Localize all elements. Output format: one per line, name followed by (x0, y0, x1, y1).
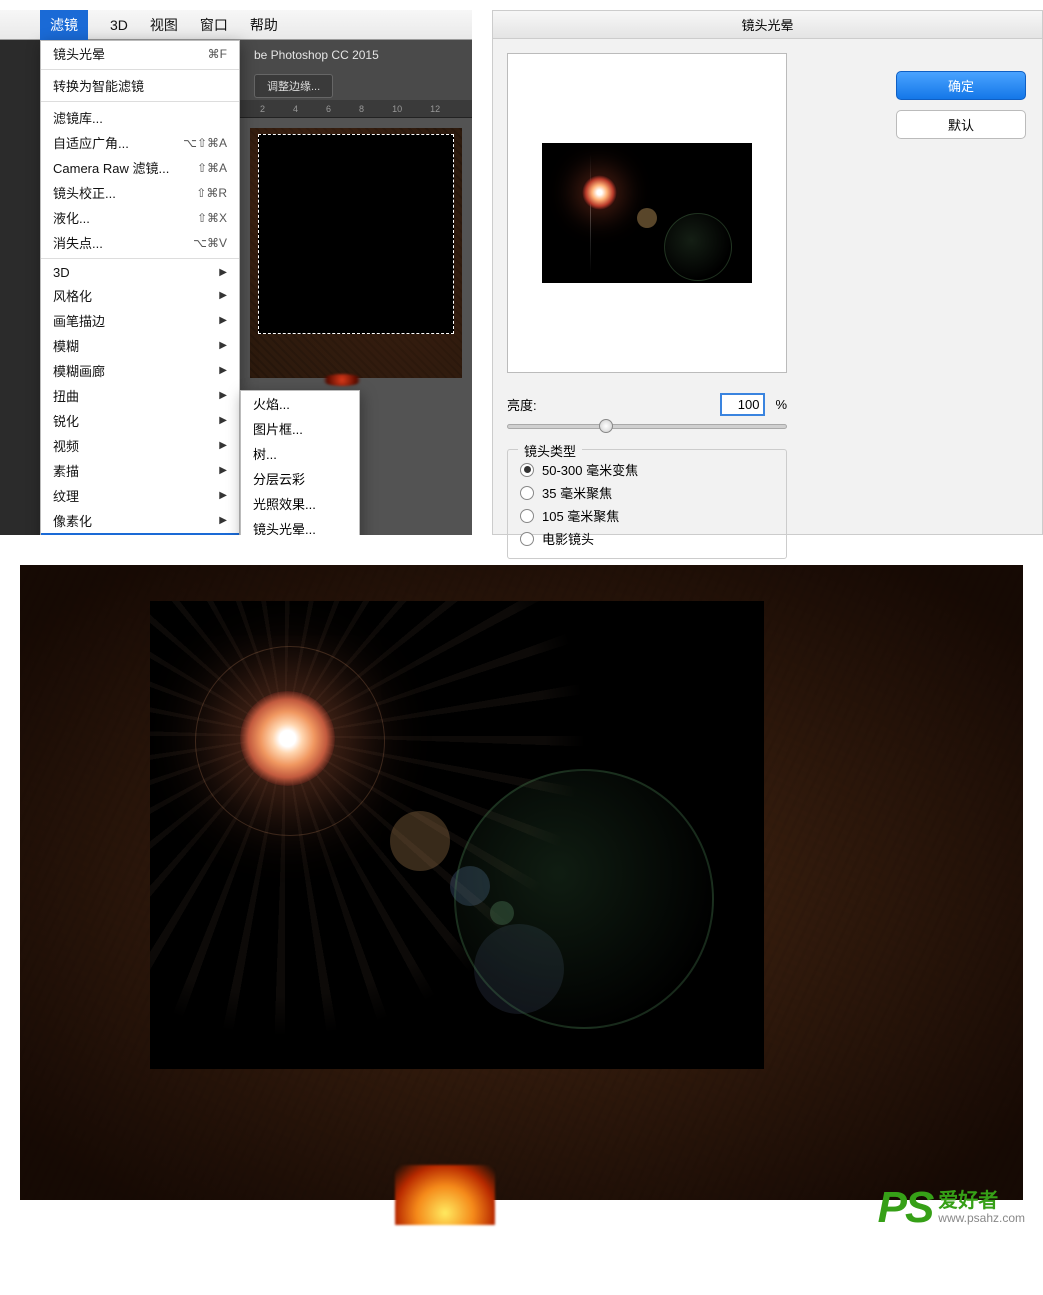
menu-3d[interactable]: 3D (110, 17, 128, 33)
menu-filter-gallery[interactable]: 滤镜库... (41, 105, 239, 130)
chevron-right-icon: ▶ (219, 415, 227, 426)
chevron-right-icon: ▶ (219, 290, 227, 301)
flame-artwork (395, 1165, 495, 1225)
menu-风格化[interactable]: 风格化▶ (41, 283, 239, 308)
ruler: 2 4 6 8 10 12 (240, 100, 472, 118)
menu-纹理[interactable]: 纹理▶ (41, 483, 239, 508)
menu-vanishing-point[interactable]: 消失点...⌥⌘V (41, 230, 239, 255)
menu-渲染[interactable]: 渲染▶ (41, 533, 239, 535)
result-image (20, 565, 1023, 1200)
menu-扭曲[interactable]: 扭曲▶ (41, 383, 239, 408)
lens-type-group: 镜头类型 50-300 毫米变焦 35 毫米聚焦 105 毫米聚焦 电影镜头 (507, 449, 787, 559)
options-bar: be Photoshop CC 2015 调整边缘... (240, 40, 472, 100)
lens-type-50-300[interactable]: 50-300 毫米变焦 (520, 458, 774, 481)
submenu-lens-flare[interactable]: 镜头光晕... (241, 516, 359, 535)
chevron-right-icon: ▶ (219, 340, 227, 351)
menu-adaptive-wide-angle[interactable]: 自适应广角...⌥⇧⌘A (41, 130, 239, 155)
menu-3D[interactable]: 3D▶ (41, 262, 239, 283)
slider-thumb-icon[interactable] (599, 419, 613, 433)
flare-dot-icon (390, 811, 450, 871)
radio-icon[interactable] (520, 509, 534, 523)
menu-filter[interactable]: 滤镜 (40, 10, 88, 40)
menu-liquify[interactable]: 液化...⇧⌘X (41, 205, 239, 230)
menu-window[interactable]: 窗口 (200, 15, 228, 35)
radio-icon[interactable] (520, 532, 534, 546)
app-title: be Photoshop CC 2015 (240, 40, 472, 70)
lens-type-movie[interactable]: 电影镜头 (520, 527, 774, 550)
brightness-label: 亮度: (507, 395, 537, 414)
submenu-flame[interactable]: 火焰... (241, 391, 359, 416)
artwork-glow (322, 374, 362, 386)
lens-type-legend: 镜头类型 (518, 441, 582, 460)
chevron-right-icon: ▶ (219, 490, 227, 501)
default-button[interactable]: 默认 (896, 110, 1026, 139)
watermark-url: www.psahz.com (938, 1212, 1025, 1225)
menu-help[interactable]: 帮助 (250, 15, 278, 35)
lens-type-105[interactable]: 105 毫米聚焦 (520, 504, 774, 527)
brightness-slider[interactable] (507, 424, 787, 429)
document-canvas[interactable] (250, 128, 462, 378)
selection-marquee (258, 134, 454, 334)
chevron-right-icon: ▶ (219, 390, 227, 401)
menubar: 滤镜 3D 视图 窗口 帮助 (0, 10, 472, 40)
menu-素描[interactable]: 素描▶ (41, 458, 239, 483)
menu-lens-correction[interactable]: 镜头校正...⇧⌘R (41, 180, 239, 205)
submenu-lighting-effects[interactable]: 光照效果... (241, 491, 359, 516)
lens-type-35[interactable]: 35 毫米聚焦 (520, 481, 774, 504)
flare-dot-icon (637, 208, 657, 228)
ok-button[interactable]: 确定 (896, 71, 1026, 100)
chevron-right-icon: ▶ (219, 465, 227, 476)
menu-模糊[interactable]: 模糊▶ (41, 333, 239, 358)
flare-preview[interactable] (507, 53, 787, 373)
radio-icon[interactable] (520, 463, 534, 477)
render-submenu: 火焰... 图片框... 树... 分层云彩 光照效果... 镜头光晕... 纤… (240, 390, 360, 535)
flare-ring-icon (454, 769, 714, 1029)
flare-center-icon[interactable] (582, 175, 617, 210)
chevron-right-icon: ▶ (219, 315, 227, 326)
menu-模糊画廊[interactable]: 模糊画廊▶ (41, 358, 239, 383)
radio-icon[interactable] (520, 486, 534, 500)
chevron-right-icon: ▶ (219, 440, 227, 451)
chevron-right-icon: ▶ (219, 365, 227, 376)
menu-view[interactable]: 视图 (150, 15, 178, 35)
chevron-right-icon: ▶ (219, 267, 227, 278)
menu-画笔描边[interactable]: 画笔描边▶ (41, 308, 239, 333)
submenu-picture-frame[interactable]: 图片框... (241, 416, 359, 441)
menu-last-filter[interactable]: 镜头光晕 ⌘F (41, 41, 239, 66)
menu-像素化[interactable]: 像素化▶ (41, 508, 239, 533)
watermark-logo: PS (878, 1183, 933, 1233)
refine-edge-button[interactable]: 调整边缘... (254, 74, 333, 98)
flare-main-icon (240, 691, 335, 786)
filter-menu-dropdown: 镜头光晕 ⌘F 转换为智能滤镜 滤镜库... 自适应广角...⌥⇧⌘A Came… (40, 40, 240, 535)
dialog-title: 镜头光晕 (493, 11, 1042, 39)
menu-convert-smart-filter[interactable]: 转换为智能滤镜 (41, 73, 239, 98)
photoshop-window: 滤镜 3D 视图 窗口 帮助 be Photoshop CC 2015 调整边缘… (0, 10, 472, 535)
watermark-text: 爱好者 (938, 1190, 1025, 1212)
lens-flare-dialog: 镜头光晕 确定 默认 亮度: (492, 10, 1043, 535)
menu-锐化[interactable]: 锐化▶ (41, 408, 239, 433)
watermark: PS 爱好者 www.psahz.com (878, 1183, 1025, 1233)
menu-视频[interactable]: 视频▶ (41, 433, 239, 458)
brightness-input[interactable] (720, 393, 765, 416)
menu-camera-raw[interactable]: Camera Raw 滤镜...⇧⌘A (41, 155, 239, 180)
chevron-right-icon: ▶ (219, 515, 227, 526)
submenu-difference-clouds[interactable]: 分层云彩 (241, 466, 359, 491)
brightness-unit: % (775, 397, 787, 412)
submenu-tree[interactable]: 树... (241, 441, 359, 466)
flare-ring-icon (664, 213, 732, 281)
